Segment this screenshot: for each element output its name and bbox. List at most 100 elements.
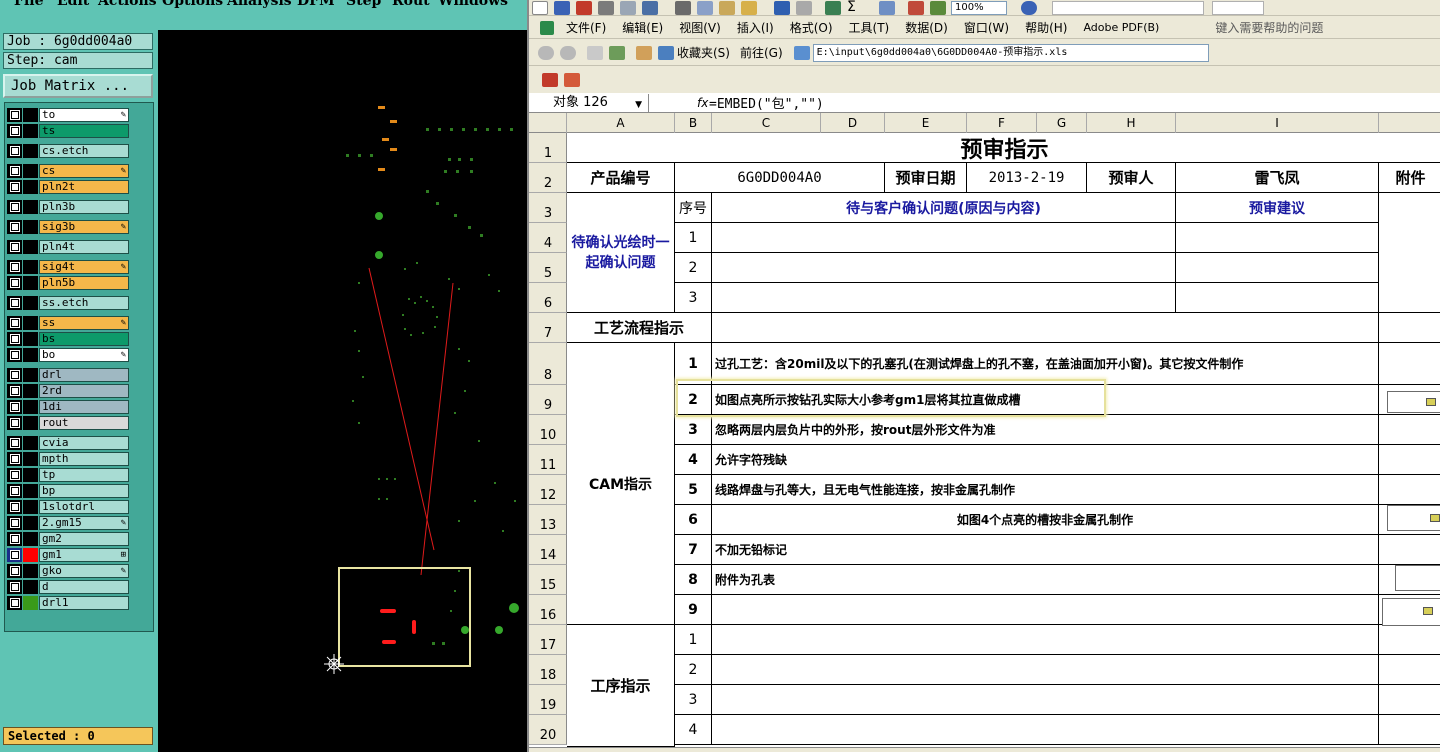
worksheet[interactable]: A B C D E F G H I 1 2 3 4 5 6 7 8 9 10 11 12 13 14 15 1… [529,113,1440,747]
layer-color-swatch[interactable] [23,259,38,274]
layer-row-drl1[interactable]: drl1 [7,595,129,610]
layer-checkbox[interactable] [7,579,22,594]
font-size-box[interactable] [1212,0,1264,15]
row-header-1[interactable]: 1 [529,133,567,163]
cam-item-text[interactable]: 不加无铅标记 [712,535,1379,565]
layer-row-2rd[interactable]: 2rd [7,383,129,398]
layer-row-sig4t[interactable]: sig4t ✎ [7,259,129,274]
layer-checkbox[interactable] [7,315,22,330]
row-header-20[interactable]: 20 [529,715,567,745]
procedure-no-cell[interactable]: 2 [675,655,712,685]
row-header-5[interactable]: 5 [529,253,567,283]
layer-row-ss[interactable]: ss ✎ [7,315,129,330]
layer-checkbox[interactable] [7,143,22,158]
layer-name[interactable]: bs [39,331,129,346]
convert-pdf-mail-icon[interactable] [564,73,580,87]
cam-menu-rout[interactable]: Rout [392,0,430,14]
layer-checkbox[interactable] [7,367,22,382]
layer-color-swatch[interactable] [23,219,38,234]
cam-instructions-label[interactable]: CAM指示 [567,343,675,625]
cam-item-no[interactable]: 4 [675,445,712,475]
pdf-icon[interactable] [576,0,592,15]
layer-row-pln3b[interactable]: pln3b [7,199,129,214]
attachment-label[interactable]: 附件 [1379,163,1440,193]
cam-item-no[interactable]: 3 [675,415,712,445]
stop-icon[interactable] [587,45,603,60]
layer-color-swatch[interactable] [23,399,38,414]
redo-icon[interactable] [796,0,812,15]
pending-questions-label[interactable]: 待确认光绘时一起确认问题 [567,193,675,313]
layer-name[interactable]: gko ✎ [39,563,129,578]
column-header-d[interactable]: D [821,113,885,133]
column-header-a[interactable]: A [567,113,675,133]
embedded-object-13[interactable] [1387,505,1440,531]
layer-checkbox[interactable] [7,451,22,466]
layer-checkbox[interactable] [7,163,22,178]
layer-name[interactable]: d [39,579,129,594]
layer-checkbox[interactable] [7,331,22,346]
layer-name[interactable]: rout [39,415,129,430]
column-header-b[interactable]: B [675,113,712,133]
copy-icon[interactable] [697,0,713,15]
layer-color-swatch[interactable] [23,331,38,346]
row-header-17[interactable]: 17 [529,625,567,655]
cam-item-text[interactable]: 如图4个点亮的槽按非金属孔制作 [712,505,1379,535]
seq-label[interactable]: 序号 [675,193,712,223]
row-header-14[interactable]: 14 [529,535,567,565]
sheet-tab-bar[interactable] [529,747,1440,752]
cam-menu-options[interactable]: Options [162,0,223,14]
hyperlink-icon[interactable] [825,0,841,15]
confirm-seq-cell[interactable]: 1 [675,223,712,253]
cam-item-text[interactable]: 允许字符残缺 [712,445,1379,475]
cam-item-text[interactable]: 线路焊盘与孔等大，且无电气性能连接，按非金属孔制作 [712,475,1379,505]
layer-checkbox[interactable] [7,219,22,234]
cut-icon[interactable] [675,0,691,15]
layer-color-swatch[interactable] [23,499,38,514]
formula-input[interactable]: =EMBED("包","") [709,93,824,112]
drawing-icon[interactable] [930,0,946,15]
layer-row-d[interactable]: d [7,579,129,594]
layer-row-pln2t[interactable]: pln2t [7,179,129,194]
layer-name[interactable]: 2.gm15 ✎ [39,515,129,530]
layer-color-swatch[interactable] [23,163,38,178]
layer-color-swatch[interactable] [23,563,38,578]
menu-help[interactable]: 帮助(H) [1025,19,1067,36]
layer-row-cvia[interactable]: cvia [7,435,129,450]
layer-color-swatch[interactable] [23,451,38,466]
layer-color-swatch[interactable] [23,199,38,214]
row-header-12[interactable]: 12 [529,475,567,505]
research-icon[interactable] [642,0,658,15]
layer-checkbox[interactable] [7,107,22,122]
procedure-no-cell[interactable]: 1 [675,625,712,655]
layer-row-rout[interactable]: rout [7,415,129,430]
layer-row-ts[interactable]: ts [7,123,129,138]
column-header-f[interactable]: F [967,113,1037,133]
procedure-no-cell[interactable]: 4 [675,715,712,745]
process-flow-label[interactable]: 工艺流程指示 [567,313,712,343]
row-header-8[interactable]: 8 [529,343,567,385]
layer-color-swatch[interactable] [23,531,38,546]
confirm-question-cell[interactable] [712,283,1176,313]
layer-name[interactable]: tp [39,467,129,482]
back-icon[interactable] [538,45,554,60]
name-box-dropdown-icon[interactable]: ▼ [635,96,642,114]
layer-row-sig3b[interactable]: sig3b ✎ [7,219,129,234]
layer-checkbox[interactable] [7,259,22,274]
layer-row-gm1[interactable]: gm1 ⊞ [7,547,129,562]
layer-color-swatch[interactable] [23,415,38,430]
cam-menu-file[interactable]: File [14,0,43,14]
layer-color-swatch[interactable] [23,239,38,254]
reviewer-label[interactable]: 预审人 [1087,163,1176,193]
layer-name[interactable]: cs ✎ [39,163,129,178]
row-header-16[interactable]: 16 [529,595,567,625]
attachment-cell-3-6[interactable] [1379,193,1440,313]
suggest-header[interactable]: 预审建议 [1176,193,1379,223]
cam-item-no[interactable]: 5 [675,475,712,505]
layer-checkbox[interactable] [7,483,22,498]
cam-menu-analysis[interactable]: Analysis [227,0,292,14]
layer-checkbox[interactable] [7,595,22,610]
layer-name[interactable]: bp [39,483,129,498]
embedded-object-15[interactable] [1395,565,1440,591]
layer-color-swatch[interactable] [23,143,38,158]
layer-checkbox[interactable] [7,399,22,414]
